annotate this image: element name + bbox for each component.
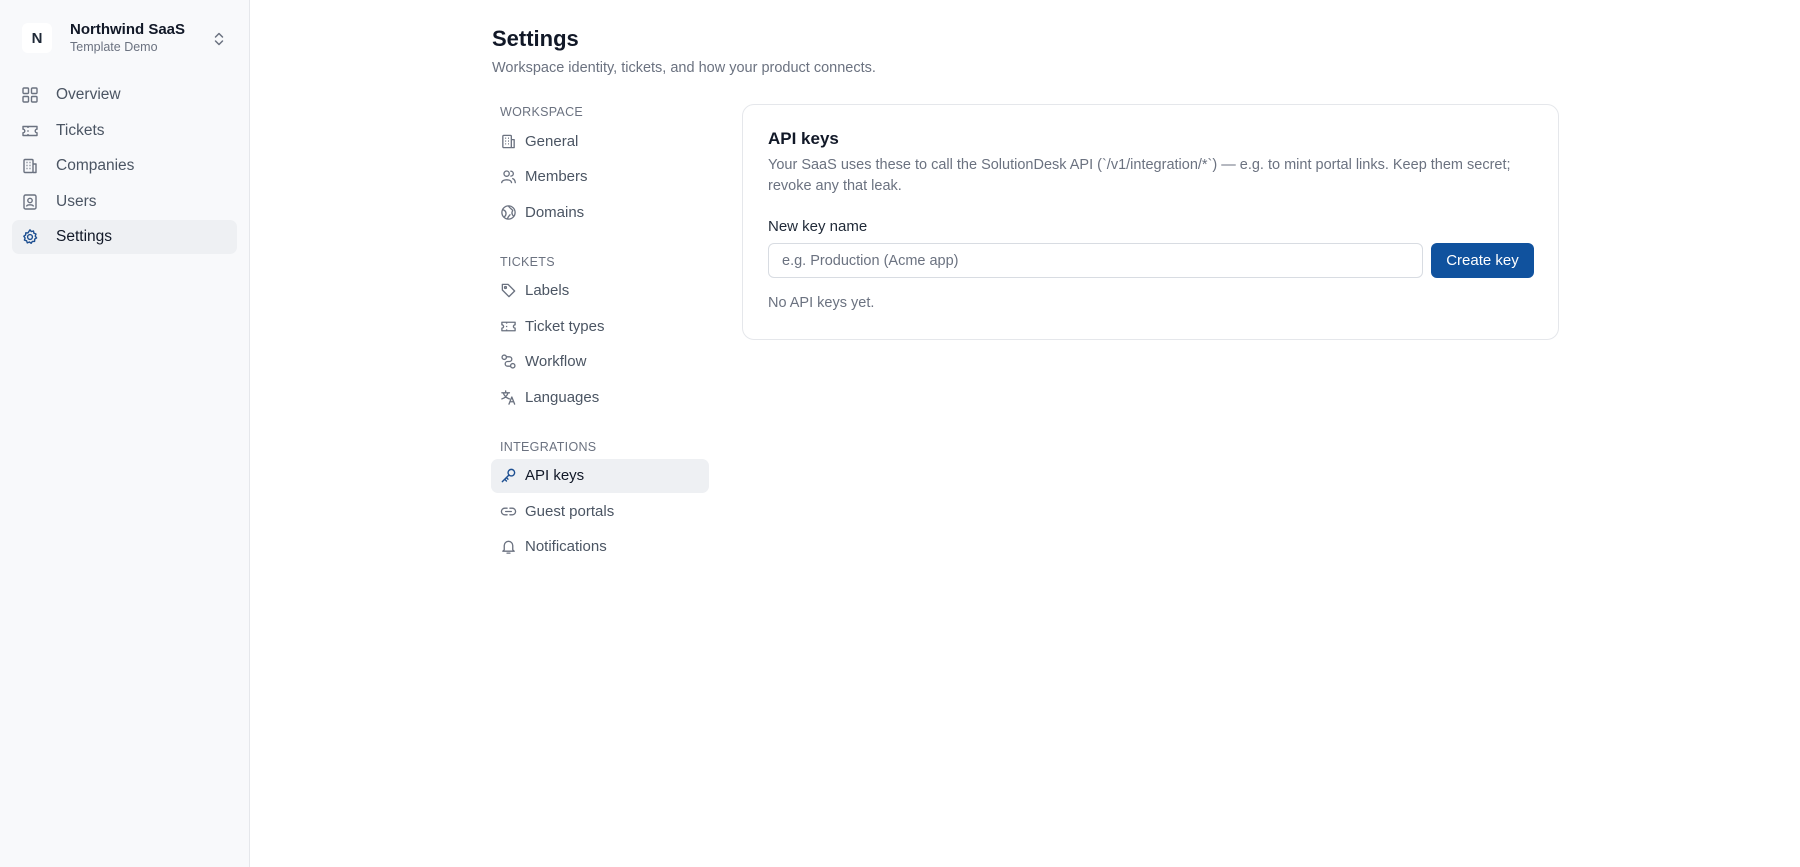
languages-icon — [500, 389, 517, 406]
sidebar-item-users[interactable]: Users — [12, 185, 237, 219]
building-icon — [500, 133, 517, 150]
settings-nav: WORKSPACE General Members Domains TICKET… — [491, 100, 709, 565]
settings-item-members[interactable]: Members — [491, 160, 709, 194]
workspace-name: Northwind SaaS — [70, 21, 186, 38]
settings-item-labels[interactable]: Labels — [491, 274, 709, 308]
workflow-icon — [500, 353, 517, 370]
settings-group-integrations: INTEGRATIONS — [500, 439, 597, 454]
settings-item-label: Labels — [525, 282, 570, 299]
contact-icon — [21, 193, 39, 211]
settings-item-general[interactable]: General — [491, 124, 709, 158]
sidebar-item-settings[interactable]: Settings — [12, 220, 237, 254]
link-icon — [500, 503, 517, 520]
settings-item-notifications[interactable]: Notifications — [491, 530, 709, 564]
grid-icon — [21, 86, 39, 104]
key-icon — [500, 467, 517, 484]
new-key-name-input[interactable] — [768, 243, 1423, 278]
workspace-avatar: N — [22, 23, 52, 53]
sidebar-item-label: Users — [56, 192, 97, 210]
empty-state-text: No API keys yet. — [768, 295, 875, 311]
settings-item-label: Domains — [525, 203, 585, 221]
workspace-subtitle: Template Demo — [70, 40, 158, 54]
page-subtitle: Workspace identity, tickets, and how you… — [492, 60, 876, 76]
settings-item-label: Members — [525, 168, 588, 185]
ticket-icon — [500, 318, 517, 335]
sidebar-item-overview[interactable]: Overview — [12, 78, 237, 112]
sidebar-item-label: Companies — [56, 157, 135, 174]
ticket-icon — [21, 122, 39, 140]
settings-item-label: Languages — [525, 388, 600, 406]
settings-item-languages[interactable]: Languages — [491, 380, 709, 414]
create-key-button[interactable]: Create key — [1431, 243, 1534, 278]
settings-item-label: API keys — [525, 467, 585, 484]
new-key-name-label: New key name — [768, 218, 868, 235]
sidebar: N Northwind SaaS Template Demo Overview — [0, 0, 250, 867]
settings-item-guest-portals[interactable]: Guest portals — [491, 494, 709, 528]
sidebar-item-tickets[interactable]: Tickets — [12, 114, 237, 148]
users-icon — [500, 168, 517, 185]
page-title: Settings — [492, 26, 579, 51]
settings-item-label: Ticket types — [525, 317, 605, 335]
sidebar-item-label: Settings — [56, 228, 113, 245]
sidebar-item-label: Tickets — [56, 121, 105, 139]
settings-item-ticket-types[interactable]: Ticket types — [491, 309, 709, 343]
settings-group-workspace: WORKSPACE — [500, 105, 584, 119]
settings-item-label: General — [525, 132, 579, 150]
gear-icon — [21, 228, 39, 246]
building-icon — [21, 157, 39, 175]
workspace-switcher[interactable]: N Northwind SaaS Template Demo — [12, 16, 238, 60]
tag-icon — [500, 282, 517, 299]
settings-item-workflow[interactable]: Workflow — [491, 345, 709, 379]
sidebar-item-companies[interactable]: Companies — [12, 149, 237, 183]
settings-item-label: Workflow — [525, 353, 587, 370]
settings-item-label: Guest portals — [525, 502, 615, 520]
bell-icon — [500, 538, 517, 555]
main-nav: Overview Tickets Companies Users Setting… — [12, 78, 237, 256]
settings-item-label: Notifications — [525, 538, 607, 555]
api-keys-card: API keys Your SaaS uses these to call th… — [742, 104, 1559, 340]
chevron-up-down-icon — [212, 31, 226, 47]
settings-item-api-keys[interactable]: API keys — [491, 458, 709, 493]
sidebar-item-label: Overview — [56, 86, 121, 103]
settings-group-tickets: TICKETS — [500, 254, 555, 269]
settings-item-domains[interactable]: Domains — [491, 195, 709, 229]
globe-icon — [500, 204, 517, 221]
api-keys-description: Your SaaS uses these to call the Solutio… — [768, 157, 1511, 194]
api-keys-title: API keys — [768, 129, 839, 148]
